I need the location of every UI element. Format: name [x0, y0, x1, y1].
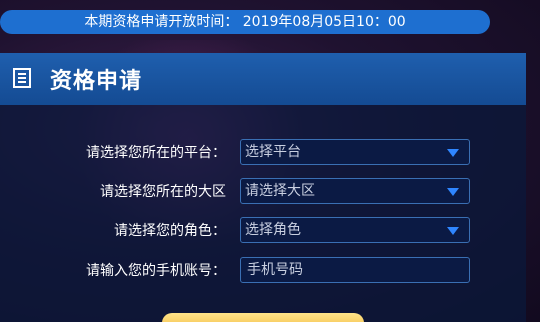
role-label: 请选择您的角色： — [114, 223, 226, 239]
document-icon — [13, 68, 31, 88]
page: 本期资格申请开放时间： 2019年08月05日10：00 资格申请 请选择您所在… — [0, 0, 540, 322]
triangle-down-icon — [447, 149, 459, 157]
application-panel: 资格申请 请选择您所在的平台： 选择平台 请选择您所在的大区 请选择大区 请选择… — [0, 53, 526, 322]
phone-field-box — [240, 257, 470, 283]
notice-text: 本期资格申请开放时间： 2019年08月05日10：00 — [84, 14, 406, 30]
panel-header: 资格申请 — [0, 53, 526, 105]
platform-select[interactable]: 选择平台 — [240, 139, 470, 165]
platform-select-value: 选择平台 — [245, 144, 301, 160]
region-label: 请选择您所在的大区 — [100, 184, 226, 200]
phone-label: 请输入您的手机账号： — [86, 263, 226, 279]
platform-label: 请选择您所在的平台： — [86, 145, 226, 161]
phone-input[interactable] — [241, 258, 469, 282]
panel-title: 资格申请 — [50, 69, 143, 94]
region-select-value: 请选择大区 — [245, 183, 315, 199]
submit-button[interactable] — [162, 313, 364, 322]
role-select[interactable]: 选择角色 — [240, 217, 470, 243]
region-row: 请选择您所在的大区 请选择大区 — [0, 178, 526, 206]
notice-bar: 本期资格申请开放时间： 2019年08月05日10：00 — [0, 10, 490, 34]
platform-row: 请选择您所在的平台： 选择平台 — [0, 139, 526, 167]
role-select-value: 选择角色 — [245, 222, 301, 238]
role-row: 请选择您的角色： 选择角色 — [0, 217, 526, 245]
phone-row: 请输入您的手机账号： — [0, 257, 526, 285]
region-select[interactable]: 请选择大区 — [240, 178, 470, 204]
triangle-down-icon — [447, 227, 459, 235]
triangle-down-icon — [447, 188, 459, 196]
